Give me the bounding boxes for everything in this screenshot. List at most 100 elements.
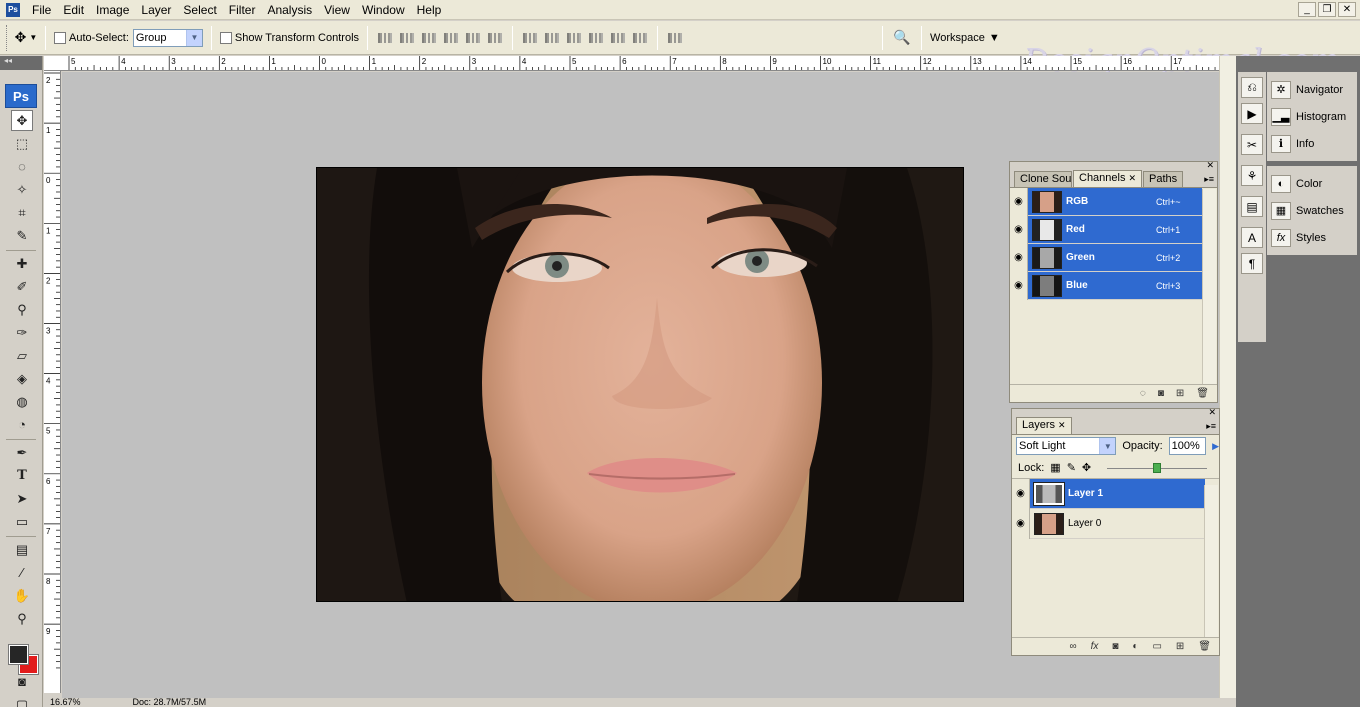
actions-icon[interactable]: ▶ <box>1241 103 1263 124</box>
auto-select-checkbox[interactable]: Auto-Select: <box>54 31 129 44</box>
restore-button[interactable]: ❐ <box>1318 2 1336 17</box>
move-tool-preset-icon[interactable]: ✥ ▼ <box>15 27 38 49</box>
bridge-icon[interactable]: 🔍 <box>891 27 913 49</box>
eyedropper-tool-icon[interactable]: ⁄ <box>11 562 33 583</box>
distribute-hcenter-icon[interactable] <box>609 30 627 46</box>
toolbox-header[interactable]: ◂◂ <box>0 56 42 70</box>
distribute-vcenter-icon[interactable] <box>543 30 561 46</box>
menu-select[interactable]: Select <box>177 0 222 20</box>
opacity-input[interactable]: 100% <box>1168 437 1207 455</box>
portrait-image[interactable] <box>316 167 964 602</box>
tab-channels[interactable]: Channels ✕ <box>1073 170 1143 187</box>
minimize-button[interactable]: _ <box>1298 2 1316 17</box>
notes-tool-icon[interactable]: ▤ <box>11 539 33 560</box>
add-mask-icon[interactable]: ◙ <box>1112 641 1118 652</box>
new-group-icon[interactable]: ▭ <box>1152 641 1161 652</box>
brush-tool-icon[interactable]: ✐ <box>11 276 33 297</box>
layers-scrollbar[interactable] <box>1204 485 1218 637</box>
menu-filter[interactable]: Filter <box>223 0 262 20</box>
quick-mask-icon[interactable]: ◙ <box>11 671 33 692</box>
distribute-bottom-icon[interactable] <box>565 30 583 46</box>
blur-tool-icon[interactable]: ◍ <box>11 391 33 412</box>
align-hcenter-icon[interactable] <box>464 30 482 46</box>
brushes-icon[interactable]: ⚘ <box>1241 165 1263 186</box>
history-icon[interactable]: ⎌ <box>1241 77 1263 98</box>
link-layers-icon[interactable]: ∞ <box>1069 641 1076 652</box>
adjustment-layer-icon[interactable]: ◐ <box>1132 641 1138 652</box>
foreground-color-swatch[interactable] <box>8 644 29 665</box>
tab-paths[interactable]: Paths <box>1143 171 1184 187</box>
slice-tool-icon[interactable]: ✎ <box>11 225 33 246</box>
menu-help[interactable]: Help <box>411 0 448 20</box>
dock-item-swatches[interactable]: ▦ Swatches <box>1267 197 1357 224</box>
tool-presets-icon[interactable]: ✂ <box>1241 134 1263 155</box>
layer-comps-icon[interactable]: ▤ <box>1241 196 1263 217</box>
crop-tool-icon[interactable]: ⌗ <box>11 202 33 223</box>
auto-align-icon[interactable] <box>666 30 684 46</box>
eye-icon[interactable]: ◉ <box>1010 271 1028 300</box>
panel-titlebar[interactable]: ✕ <box>1012 407 1219 417</box>
screen-mode-icon[interactable]: ▢ <box>11 694 33 707</box>
type-tool-icon[interactable]: T <box>11 465 33 486</box>
tab-layers[interactable]: Layers ✕ <box>1016 417 1072 434</box>
align-bottom-icon[interactable] <box>420 30 438 46</box>
menu-view[interactable]: View <box>318 0 356 20</box>
panel-menu-icon[interactable]: ▸≡ <box>1206 421 1216 432</box>
align-right-icon[interactable] <box>486 30 504 46</box>
channel-row-red[interactable]: ◉ Red Ctrl+1 <box>1010 215 1202 244</box>
new-layer-icon[interactable]: ⊞ <box>1176 641 1184 652</box>
dock-item-info[interactable]: ℹ Info <box>1267 130 1357 157</box>
opacity-slider[interactable] <box>1107 462 1208 473</box>
eye-icon[interactable]: ◉ <box>1010 243 1028 272</box>
dock-item-navigator[interactable]: ✲ Navigator <box>1267 76 1357 103</box>
close-button[interactable]: ✕ <box>1338 2 1356 17</box>
dock-item-color[interactable]: ◐ Color <box>1267 170 1357 197</box>
trash-icon[interactable]: 🗑 <box>1196 388 1209 399</box>
marquee-tool-icon[interactable]: ⬚ <box>11 133 33 154</box>
blend-mode-dropdown[interactable]: Soft Light ▼ <box>1016 437 1117 455</box>
lock-transparency-icon[interactable]: ▦ <box>1050 461 1060 474</box>
panel-menu-icon[interactable]: ▸≡ <box>1204 174 1214 185</box>
panel-titlebar[interactable]: ✕ <box>1010 160 1217 170</box>
layer-row-layer-0[interactable]: ◉ Layer 0 <box>1012 508 1205 539</box>
align-top-icon[interactable] <box>376 30 394 46</box>
channel-row-rgb[interactable]: ◉ RGB Ctrl+~ <box>1010 187 1202 216</box>
shape-tool-icon[interactable]: ▭ <box>11 511 33 532</box>
workspace-button[interactable]: Workspace ▼ <box>930 32 1000 44</box>
channel-row-green[interactable]: ◉ Green Ctrl+2 <box>1010 243 1202 272</box>
menu-window[interactable]: Window <box>356 0 411 20</box>
path-selection-tool-icon[interactable]: ➤ <box>11 488 33 509</box>
eye-icon[interactable]: ◉ <box>1012 508 1030 539</box>
align-vcenter-icon[interactable] <box>398 30 416 46</box>
paint-bucket-tool-icon[interactable]: ◈ <box>11 368 33 389</box>
ps-logo[interactable]: Ps <box>5 84 37 108</box>
zoom-level[interactable]: 16.67% <box>44 698 87 707</box>
eye-icon[interactable]: ◉ <box>1010 187 1028 216</box>
distribute-top-icon[interactable] <box>521 30 539 46</box>
lasso-tool-icon[interactable]: ◌ <box>11 156 33 177</box>
magic-wand-tool-icon[interactable]: ✧ <box>11 179 33 200</box>
zoom-tool-icon[interactable]: ⚲ <box>11 608 33 629</box>
tab-clone-source[interactable]: Clone Source <box>1014 171 1072 187</box>
layer-row-layer-1[interactable]: ◉ Layer 1 <box>1012 478 1205 509</box>
dodge-tool-icon[interactable]: ◔ <box>11 414 33 435</box>
distribute-left-icon[interactable] <box>587 30 605 46</box>
close-icon[interactable]: ✕ <box>1058 420 1066 430</box>
history-brush-tool-icon[interactable]: ✑ <box>11 322 33 343</box>
load-selection-icon[interactable]: ◌ <box>1140 388 1146 399</box>
new-channel-icon[interactable]: ⊞ <box>1176 388 1184 399</box>
opacity-slider-arrow-icon[interactable]: ▶ <box>1212 441 1219 452</box>
channel-row-blue[interactable]: ◉ Blue Ctrl+3 <box>1010 271 1202 300</box>
clone-stamp-tool-icon[interactable]: ⚲ <box>11 299 33 320</box>
auto-select-dropdown[interactable]: Group ▼ <box>132 28 203 47</box>
distribute-right-icon[interactable] <box>631 30 649 46</box>
dock-item-styles[interactable]: fx Styles <box>1267 224 1357 251</box>
trash-icon[interactable]: 🗑 <box>1198 641 1211 652</box>
move-tool-icon[interactable]: ✥ <box>11 110 33 131</box>
save-selection-icon[interactable]: ◙ <box>1158 388 1164 399</box>
menu-image[interactable]: Image <box>90 0 135 20</box>
channels-scrollbar[interactable] <box>1202 189 1216 385</box>
paragraph-icon[interactable]: ¶ <box>1241 253 1263 274</box>
show-transform-checkbox[interactable]: Show Transform Controls <box>219 31 359 44</box>
layer-style-fx-icon[interactable]: fx <box>1091 641 1099 652</box>
